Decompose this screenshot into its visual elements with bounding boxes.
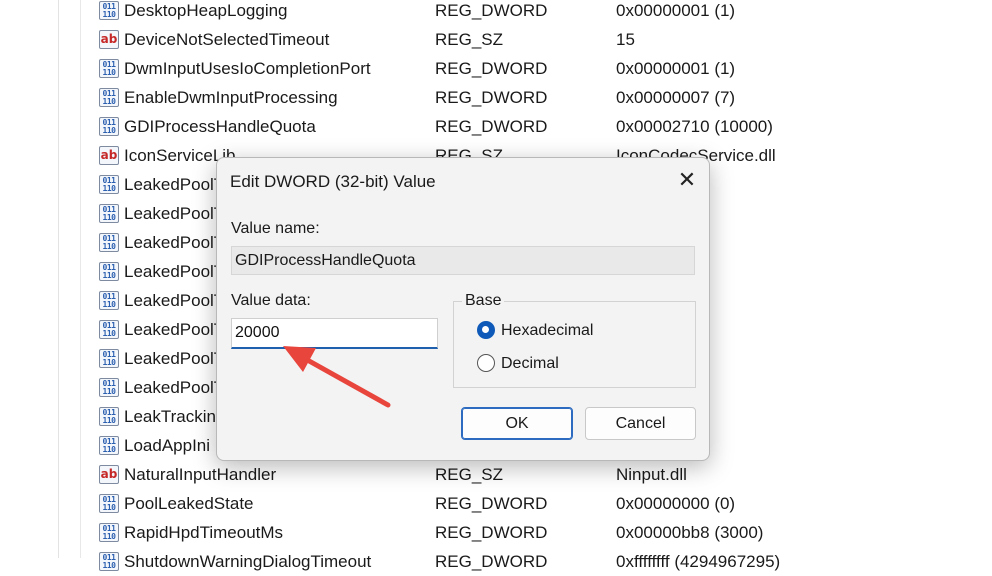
value-name-field: GDIProcessHandleQuota <box>231 246 695 275</box>
registry-value-type: REG_DWORD <box>435 1 548 20</box>
registry-value-name: RapidHpdTimeoutMs <box>124 523 284 542</box>
registry-value-data: 0x00000001 (1) <box>616 59 736 78</box>
base-groupbox <box>453 301 696 388</box>
binary-value-icon: 011 110 <box>99 523 119 542</box>
binary-value-icon: 011 110 <box>99 291 119 310</box>
radio-unselected-icon[interactable] <box>477 354 495 372</box>
binary-value-icon: 011 110 <box>99 378 119 397</box>
registry-value-data: 0x00000001 (1) <box>616 1 736 20</box>
binary-value-icon: 011 110 <box>99 1 119 20</box>
base-label: Base <box>462 292 505 310</box>
close-icon[interactable]: ✕ <box>675 169 699 193</box>
binary-value-icon: 011 110 <box>99 88 119 107</box>
binary-value-icon: 011 110 <box>99 349 119 368</box>
edit-dword-dialog: Edit DWORD (32-bit) Value ✕ Value name: … <box>216 157 710 461</box>
registry-value-name: DesktopHeapLogging <box>124 1 288 20</box>
registry-value-name: LoadAppIni <box>124 436 211 455</box>
registry-row[interactable]: ab NaturalInputHandler REG_SZ Ninput.dll <box>96 460 992 489</box>
binary-value-icon: 011 110 <box>99 117 119 136</box>
registry-value-name: LeakedPoolT <box>124 262 225 281</box>
cancel-button[interactable]: Cancel <box>585 407 696 440</box>
registry-value-name: NaturalInputHandler <box>124 465 277 484</box>
registry-value-name: GDIProcessHandleQuota <box>124 117 316 136</box>
registry-value-type: REG_DWORD <box>435 494 548 513</box>
binary-value-icon: 011 110 <box>99 494 119 513</box>
registry-value-name: LeakedPoolT <box>124 320 225 339</box>
binary-value-icon: 011 110 <box>99 320 119 339</box>
ok-button[interactable]: OK <box>461 407 573 440</box>
dialog-title: Edit DWORD (32-bit) Value <box>230 172 436 191</box>
registry-row[interactable]: 011 110 ShutdownWarningDialogTimeout REG_D… <box>96 547 992 576</box>
registry-value-type: REG_DWORD <box>435 523 548 542</box>
registry-value-type: REG_DWORD <box>435 59 548 78</box>
registry-value-name: DeviceNotSelectedTimeout <box>124 30 330 49</box>
registry-value-data: 0x00000000 (0) <box>616 494 736 513</box>
registry-row[interactable]: 011 110 RapidHpdTimeoutMs REG_DWORD 0x00000… <box>96 518 992 547</box>
registry-value-name: LeakTracking <box>124 407 226 426</box>
binary-value-icon: 011 110 <box>99 407 119 426</box>
string-value-icon: ab <box>99 465 119 484</box>
registry-value-data: 0x00002710 (10000) <box>616 117 773 136</box>
registry-row[interactable]: 011 110 EnableDwmInputProcessing REG_DWORD… <box>96 83 992 112</box>
binary-value-icon: 011 110 <box>99 59 119 78</box>
registry-value-data: 0x00000bb8 (3000) <box>616 523 764 542</box>
registry-row[interactable]: 011 110 DesktopHeapLogging REG_DWORD 0x0000… <box>96 0 992 25</box>
registry-value-name: PoolLeakedState <box>124 494 254 513</box>
registry-value-name: LeakedPoolT <box>124 349 225 368</box>
binary-value-icon: 011 110 <box>99 233 119 252</box>
radio-hexadecimal-label: Hexadecimal <box>501 322 594 339</box>
registry-row[interactable]: 011 110 GDIProcessHandleQuota REG_DWORD 0x0… <box>96 112 992 141</box>
registry-value-name: LeakedPoolT <box>124 204 225 223</box>
registry-row[interactable]: ab DeviceNotSelectedTimeout REG_SZ 15 <box>96 25 992 54</box>
string-value-icon: ab <box>99 146 119 165</box>
binary-value-icon: 011 110 <box>99 552 119 571</box>
registry-tree-pane[interactable] <box>0 0 59 558</box>
binary-value-icon: 011 110 <box>99 204 119 223</box>
registry-value-data: Ninput.dll <box>616 465 687 484</box>
registry-value-name: LeakedPoolT <box>124 378 225 397</box>
registry-value-data: 0xffffffff (4294967295) <box>616 552 781 571</box>
binary-value-icon: 011 110 <box>99 436 119 455</box>
registry-value-name: ShutdownWarningDialogTimeout <box>124 552 372 571</box>
registry-value-name: EnableDwmInputProcessing <box>124 88 338 107</box>
value-data-input[interactable] <box>231 318 438 349</box>
radio-selected-icon[interactable] <box>477 321 495 339</box>
registry-value-name: LeakedPoolT <box>124 233 225 252</box>
registry-value-type: REG_SZ <box>435 465 504 484</box>
registry-value-name: LeakedPoolT <box>124 175 225 194</box>
radio-decimal-label: Decimal <box>501 355 559 372</box>
binary-value-icon: 011 110 <box>99 262 119 281</box>
registry-value-name: DwmInputUsesIoCompletionPort <box>124 59 371 78</box>
registry-value-type: REG_DWORD <box>435 88 548 107</box>
registry-value-type: REG_SZ <box>435 30 504 49</box>
value-name-label: Value name: <box>231 220 320 237</box>
registry-row[interactable]: 011 110 PoolLeakedState REG_DWORD 0x0000000… <box>96 489 992 518</box>
registry-value-name: LeakedPoolT <box>124 291 225 310</box>
registry-value-data: 0x00000007 (7) <box>616 88 736 107</box>
binary-value-icon: 011 110 <box>99 175 119 194</box>
value-data-label: Value data: <box>231 292 311 309</box>
registry-value-type: REG_DWORD <box>435 552 548 571</box>
string-value-icon: ab <box>99 30 119 49</box>
tree-guide-line <box>80 0 81 558</box>
registry-row[interactable]: 011 110 DwmInputUsesIoCompletionPort REG_D… <box>96 54 992 83</box>
registry-value-type: REG_DWORD <box>435 117 548 136</box>
registry-value-data: 15 <box>616 30 635 49</box>
